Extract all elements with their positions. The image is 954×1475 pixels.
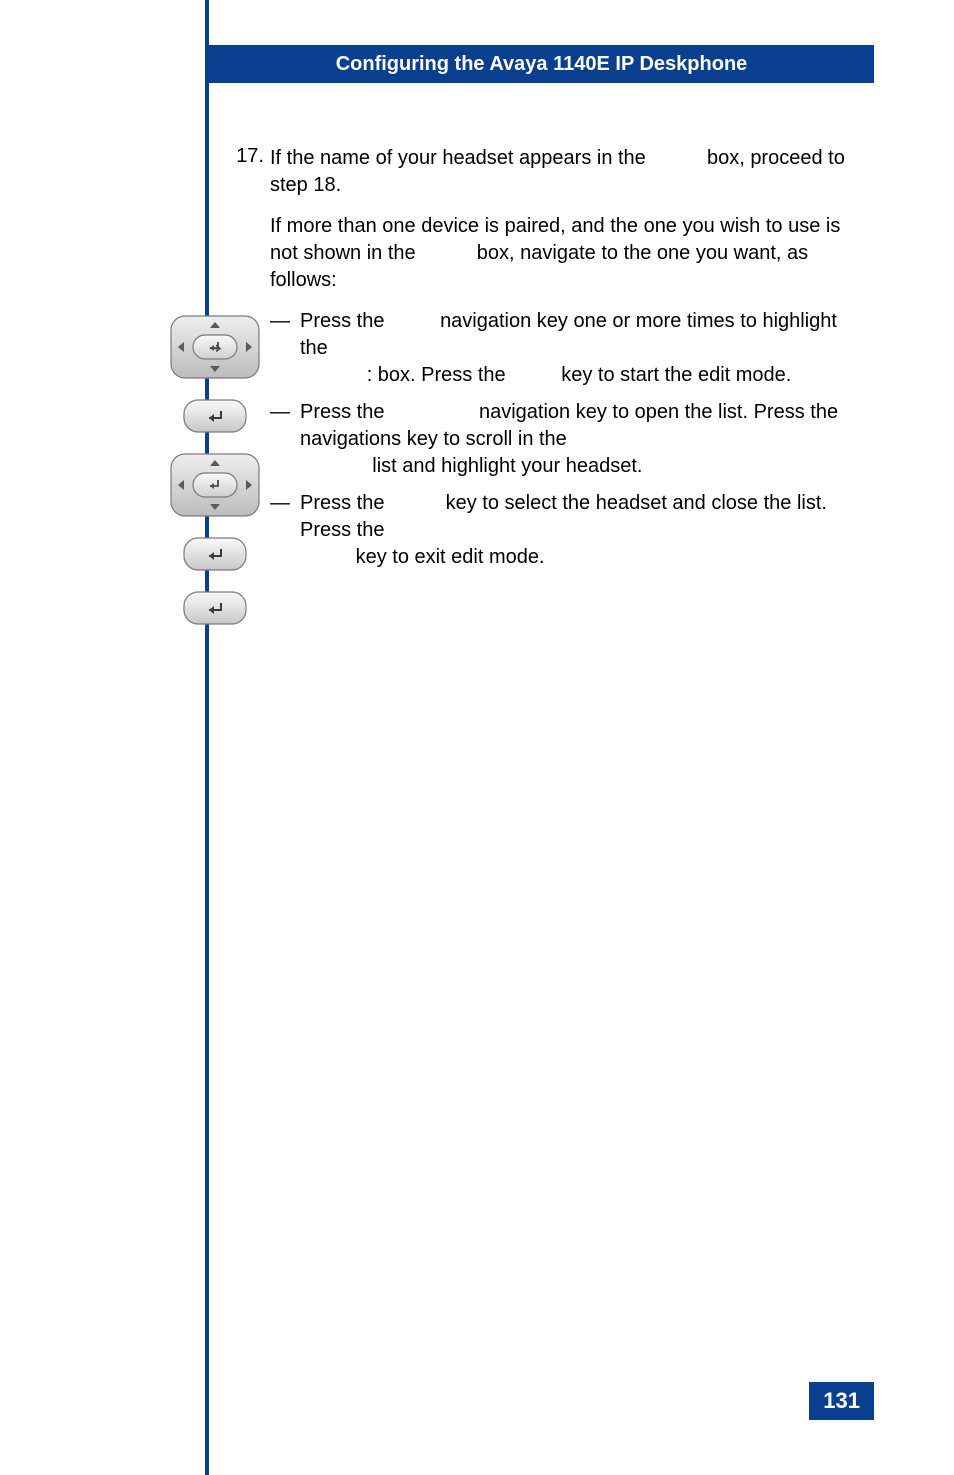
page-number-value: 131: [823, 1388, 860, 1413]
text: list and highlight your headset.: [372, 455, 642, 477]
page-number: 131: [809, 1382, 874, 1420]
text: : box. Press the: [367, 364, 506, 386]
content: 17. If the name of your headset appears …: [230, 145, 864, 581]
page-header: Configuring the Avaya 1140E IP Deskphone: [209, 45, 874, 83]
text: key to exit edit mode.: [356, 546, 545, 568]
text: Press the: [300, 401, 384, 423]
vertical-rule: [205, 0, 209, 1475]
step-body: If the name of your headset appears in t…: [270, 145, 864, 581]
text: Press the: [300, 492, 384, 514]
text: key to start the edit mode.: [561, 364, 791, 386]
text: Press the: [300, 310, 384, 332]
text: If the name of your headset appears in t…: [270, 147, 646, 169]
step-number: 17.: [230, 145, 270, 581]
enter-key-icon: [183, 591, 247, 625]
page-header-title: Configuring the Avaya 1140E IP Deskphone: [336, 53, 748, 76]
bullet-dash: —: [270, 490, 300, 571]
bullet-dash: —: [270, 399, 300, 480]
bullet-dash: —: [270, 308, 300, 389]
